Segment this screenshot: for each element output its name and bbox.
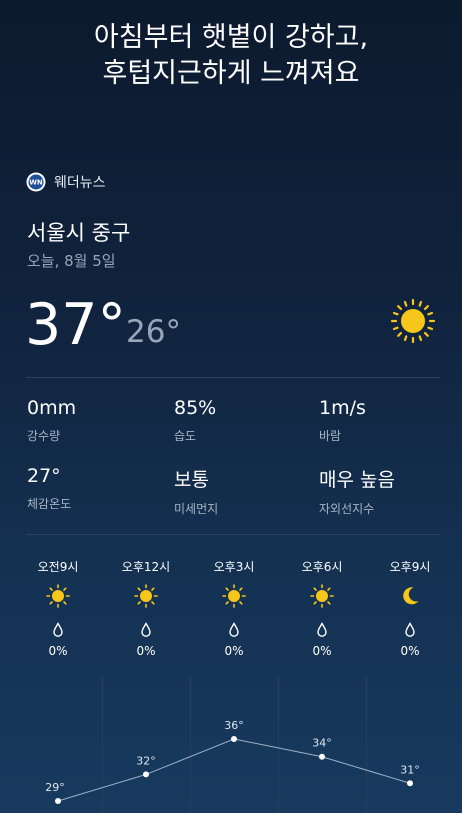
hourly-item: 오후6시 0% (282, 558, 362, 658)
temp-label: 31° (400, 763, 420, 776)
stat-value: 85% (174, 397, 217, 419)
hourly-item: 오후9시 0% (370, 558, 450, 658)
hour-time: 오후9시 (389, 560, 431, 574)
stat-feels-like: 27° 체감온도 (27, 465, 71, 512)
precip-chance: 0% (48, 644, 68, 658)
precip-chance: 0% (312, 644, 332, 658)
svg-text:WN: WN (29, 179, 43, 187)
stat-value: 보통 (174, 469, 209, 491)
divider (26, 534, 440, 535)
stat-value: 1m/s (319, 397, 366, 419)
temperature-graph: 29° 32° 36° 34° 31° (0, 676, 462, 813)
divider (26, 377, 440, 378)
temp-point (143, 771, 149, 778)
temp-label: 34° (312, 737, 332, 750)
temp-point (55, 798, 61, 804)
temp-label: 29° (45, 781, 65, 794)
stat-fine-dust: 보통 미세먼지 (174, 465, 218, 517)
temp-point (319, 753, 325, 760)
temperature-line (57, 738, 411, 802)
date-label: 오늘, 8월 5일 (27, 252, 116, 270)
stat-value: 0mm (27, 397, 77, 419)
stat-label: 미세먼지 (174, 502, 219, 516)
temp-point (407, 780, 413, 787)
precip-chance: 0% (400, 644, 420, 658)
hour-time: 오후12시 (121, 560, 171, 574)
hour-time: 오후3시 (213, 560, 255, 574)
sun-icon (222, 584, 246, 608)
brand[interactable]: WN 웨더뉴스 (26, 172, 106, 192)
raindrop-icon (405, 622, 415, 637)
raindrop-icon (53, 622, 63, 637)
temp-high: 37° (25, 292, 127, 358)
temp-label: 32° (136, 754, 156, 767)
temp-low: 26° (126, 314, 181, 350)
headline-line-2: 후텁지근하게 느껴져요 (102, 58, 360, 89)
stat-label: 바람 (319, 429, 342, 443)
precip-chance: 0% (136, 644, 156, 658)
hourly-item: 오후3시 0% (194, 558, 274, 658)
stat-value: 27° (27, 465, 61, 487)
headline-line-1: 아침부터 햇볕이 강하고, (93, 22, 369, 53)
stat-wind: 1m/s 바람 (319, 397, 366, 444)
sun-icon (310, 584, 334, 608)
stat-label: 강수량 (27, 429, 61, 443)
stat-humidity: 85% 습도 (174, 397, 216, 444)
moon-icon (403, 587, 419, 605)
brand-name: 웨더뉴스 (54, 175, 106, 191)
stat-uv-index: 매우 높음 자외선지수 (319, 465, 395, 517)
raindrop-icon (317, 622, 327, 637)
temperature-line-chart: 29° 32° 36° 34° 31° (45, 719, 420, 804)
stat-precipitation: 0mm 강수량 (27, 397, 76, 444)
sun-icon (134, 584, 158, 608)
stat-label: 체감온도 (27, 497, 72, 511)
temp-point (231, 736, 237, 742)
weathernews-logo-icon: WN (26, 172, 46, 192)
sun-icon (390, 298, 436, 344)
sun-icon (46, 584, 70, 608)
raindrop-icon (141, 622, 151, 637)
stat-value: 매우 높음 (319, 469, 395, 491)
location-name: 서울시 중구 (27, 221, 131, 245)
hour-time: 오후6시 (301, 560, 343, 574)
stat-label: 습도 (174, 429, 197, 443)
raindrop-icon (229, 622, 239, 637)
hourly-item: 오전9시 0% (18, 558, 98, 658)
headline: 아침부터 햇볕이 강하고, 후텁지근하게 느껴져요 (0, 20, 462, 92)
hourly-item: 오후12시 0% (106, 558, 186, 658)
temp-label: 36° (224, 719, 244, 732)
hour-time: 오전9시 (37, 560, 79, 574)
precip-chance: 0% (224, 644, 244, 658)
stat-label: 자외선지수 (319, 502, 375, 516)
